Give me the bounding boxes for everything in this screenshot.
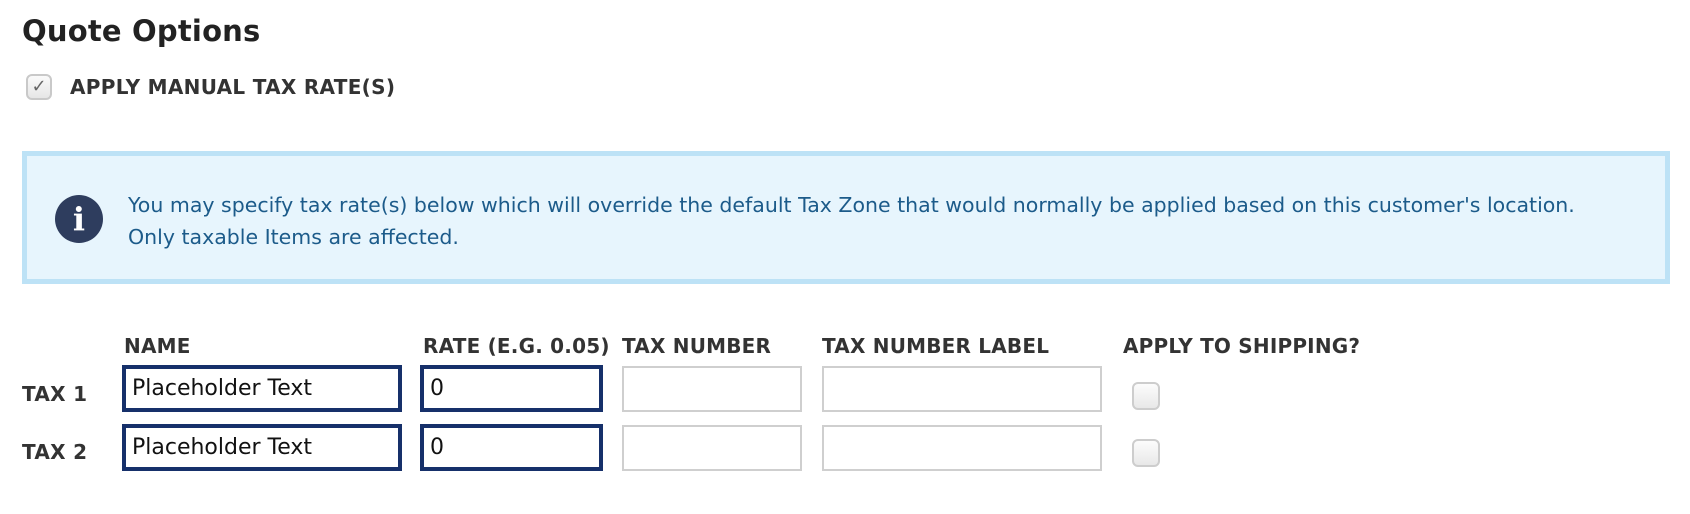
tax-2-apply-shipping-checkbox[interactable] xyxy=(1132,439,1160,467)
info-message: You may specify tax rate(s) below which … xyxy=(128,189,1648,253)
tax-1-rate-input[interactable] xyxy=(420,365,603,412)
info-icon: i xyxy=(55,195,103,243)
tax-2-tax-number-input[interactable] xyxy=(622,425,802,471)
checkmark-icon: ✓ xyxy=(31,76,47,97)
tax-1-tax-number-label-input[interactable] xyxy=(822,366,1102,412)
apply-manual-tax-checkbox[interactable]: ✓ xyxy=(26,74,52,100)
column-header-name: NAME xyxy=(124,334,191,358)
tax-2-rate-input[interactable] xyxy=(420,424,603,471)
tax-2-tax-number-label-input[interactable] xyxy=(822,425,1102,471)
tax-1-tax-number-input[interactable] xyxy=(622,366,802,412)
tax-row-label: TAX 1 xyxy=(22,382,88,406)
info-message-line-2: Only taxable Items are affected. xyxy=(128,225,459,249)
tax-2-name-input[interactable] xyxy=(122,424,402,471)
apply-manual-tax-label[interactable]: APPLY MANUAL TAX RATE(S) xyxy=(70,75,395,99)
tax-1-apply-shipping-checkbox[interactable] xyxy=(1132,382,1160,410)
manual-tax-row: ✓ APPLY MANUAL TAX RATE(S) xyxy=(26,74,395,100)
column-header-rate: RATE (E.G. 0.05) xyxy=(423,334,610,358)
column-header-apply-to-shipping: APPLY TO SHIPPING? xyxy=(1123,334,1361,358)
info-message-line-1: You may specify tax rate(s) below which … xyxy=(128,193,1575,217)
info-alert: i You may specify tax rate(s) below whic… xyxy=(22,151,1670,284)
tax-row-label: TAX 2 xyxy=(22,440,88,464)
column-header-tax-number-label: TAX NUMBER LABEL xyxy=(822,334,1050,358)
column-header-tax-number: TAX NUMBER xyxy=(622,334,772,358)
tax-1-name-input[interactable] xyxy=(122,365,402,412)
page-title: Quote Options xyxy=(22,14,261,48)
quote-options-panel: Quote Options ✓ APPLY MANUAL TAX RATE(S)… xyxy=(0,0,1690,514)
